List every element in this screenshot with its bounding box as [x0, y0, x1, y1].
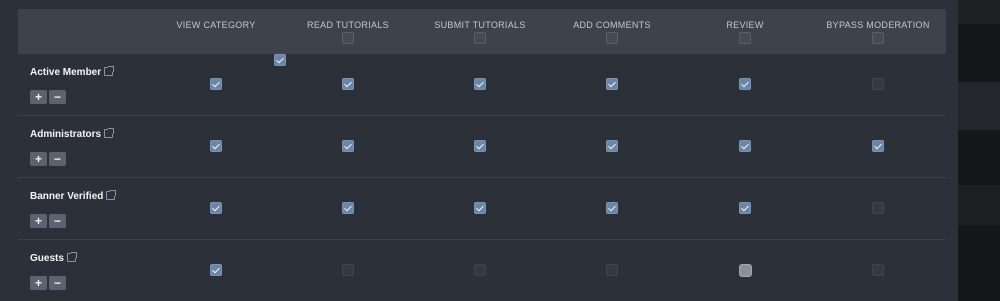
row-actions: + − — [30, 150, 68, 168]
permission-cell — [146, 78, 286, 96]
column-checkbox[interactable] — [872, 32, 884, 44]
external-link-icon[interactable] — [106, 190, 117, 200]
permission-checkbox[interactable] — [738, 264, 752, 277]
group-name-link[interactable]: Banner Verified — [30, 190, 117, 202]
permission-checkbox — [474, 264, 486, 276]
permission-cell — [278, 140, 418, 158]
permission-cell — [808, 140, 948, 158]
permission-cell — [675, 202, 815, 220]
group-name: Administrators — [30, 129, 102, 140]
group-name-link[interactable]: Administrators — [30, 128, 115, 140]
permission-checkbox[interactable] — [342, 202, 354, 214]
permission-checkbox[interactable] — [739, 202, 751, 214]
background-strip — [958, 82, 1000, 130]
column-checkbox[interactable] — [474, 32, 486, 44]
permission-cell — [542, 264, 682, 282]
permission-checkbox[interactable] — [210, 264, 222, 276]
column-review: REVIEW — [675, 9, 815, 54]
permission-cell — [675, 264, 815, 282]
row-actions: + − — [30, 212, 68, 230]
external-link-icon[interactable] — [104, 128, 115, 138]
column-checkbox[interactable] — [342, 32, 354, 44]
permissions-panel: VIEW CATEGORY READ TUTORIALS SUBMIT TUTO… — [0, 0, 958, 301]
permission-cell — [146, 202, 286, 220]
column-add-comments: ADD COMMENTS — [542, 9, 682, 54]
external-link-icon[interactable] — [104, 66, 115, 76]
permission-checkbox — [606, 264, 618, 276]
column-read-tutorials: READ TUTORIALS — [278, 9, 418, 54]
revoke-all-button[interactable]: − — [49, 90, 66, 104]
permission-cell — [410, 264, 550, 282]
permission-checkbox — [872, 264, 884, 276]
column-label: ADD COMMENTS — [573, 20, 651, 30]
permission-checkbox[interactable] — [474, 78, 486, 90]
permission-cell — [278, 202, 418, 220]
permission-checkbox — [342, 264, 354, 276]
background-strip — [958, 185, 1000, 225]
revoke-all-button[interactable]: − — [49, 152, 66, 166]
permission-checkbox[interactable] — [606, 78, 618, 90]
column-label: VIEW CATEGORY — [176, 20, 256, 30]
column-label: READ TUTORIALS — [307, 20, 389, 30]
permission-cell — [808, 202, 948, 220]
group-name-link[interactable]: Active Member — [30, 66, 115, 78]
permission-cell — [410, 78, 550, 96]
row-actions: + − — [30, 88, 68, 106]
permission-checkbox[interactable] — [606, 140, 618, 152]
group-name: Active Member — [30, 67, 102, 78]
column-bypass-moderation: BYPASS MODERATION — [808, 9, 948, 54]
permission-checkbox[interactable] — [210, 140, 222, 152]
permission-cell — [542, 202, 682, 220]
group-name: Banner Verified — [30, 191, 104, 202]
column-view-category: VIEW CATEGORY — [146, 9, 286, 66]
permission-cell — [675, 78, 815, 96]
permission-cell — [146, 264, 286, 282]
permission-cell — [808, 78, 948, 96]
column-submit-tutorials: SUBMIT TUTORIALS — [410, 9, 550, 54]
table-row: Administrators + − — [18, 116, 946, 178]
permission-cell — [278, 264, 418, 282]
grant-all-button[interactable]: + — [30, 214, 47, 228]
column-checkbox[interactable] — [606, 32, 618, 44]
permission-checkbox[interactable] — [210, 78, 222, 90]
revoke-all-button[interactable]: − — [49, 276, 66, 290]
row-actions: + − — [30, 274, 68, 292]
table-row: Banner Verified + − — [18, 178, 946, 240]
grant-all-button[interactable]: + — [30, 90, 47, 104]
group-name: Guests — [30, 253, 64, 264]
permission-cell — [542, 78, 682, 96]
column-label: BYPASS MODERATION — [826, 20, 930, 30]
permission-checkbox[interactable] — [474, 140, 486, 152]
permission-checkbox[interactable] — [872, 140, 884, 152]
table-row: Guests + − — [18, 240, 946, 301]
permission-checkbox[interactable] — [474, 202, 486, 214]
permissions-header: VIEW CATEGORY READ TUTORIALS SUBMIT TUTO… — [18, 9, 948, 66]
revoke-all-button[interactable]: − — [49, 214, 66, 228]
permission-cell — [278, 78, 418, 96]
external-link-icon[interactable] — [66, 252, 77, 262]
permission-checkbox[interactable] — [342, 140, 354, 152]
background-strip — [958, 0, 1000, 24]
grant-all-button[interactable]: + — [30, 276, 47, 290]
permission-cell — [410, 202, 550, 220]
column-label: SUBMIT TUTORIALS — [434, 20, 526, 30]
permission-checkbox[interactable] — [739, 140, 751, 152]
permission-cell — [146, 140, 286, 158]
permission-cell — [410, 140, 550, 158]
permission-cell — [808, 264, 948, 282]
permission-checkbox — [872, 78, 884, 90]
permission-cell — [542, 140, 682, 158]
permission-checkbox — [872, 202, 884, 214]
group-name-link[interactable]: Guests — [30, 252, 77, 264]
permission-checkbox[interactable] — [606, 202, 618, 214]
table-row: Active Member + − — [18, 54, 946, 116]
permission-cell — [675, 140, 815, 158]
permission-checkbox[interactable] — [342, 78, 354, 90]
column-label: REVIEW — [726, 20, 764, 30]
column-checkbox[interactable] — [739, 32, 751, 44]
permission-checkbox[interactable] — [739, 78, 751, 90]
permission-checkbox[interactable] — [210, 202, 222, 214]
grant-all-button[interactable]: + — [30, 152, 47, 166]
